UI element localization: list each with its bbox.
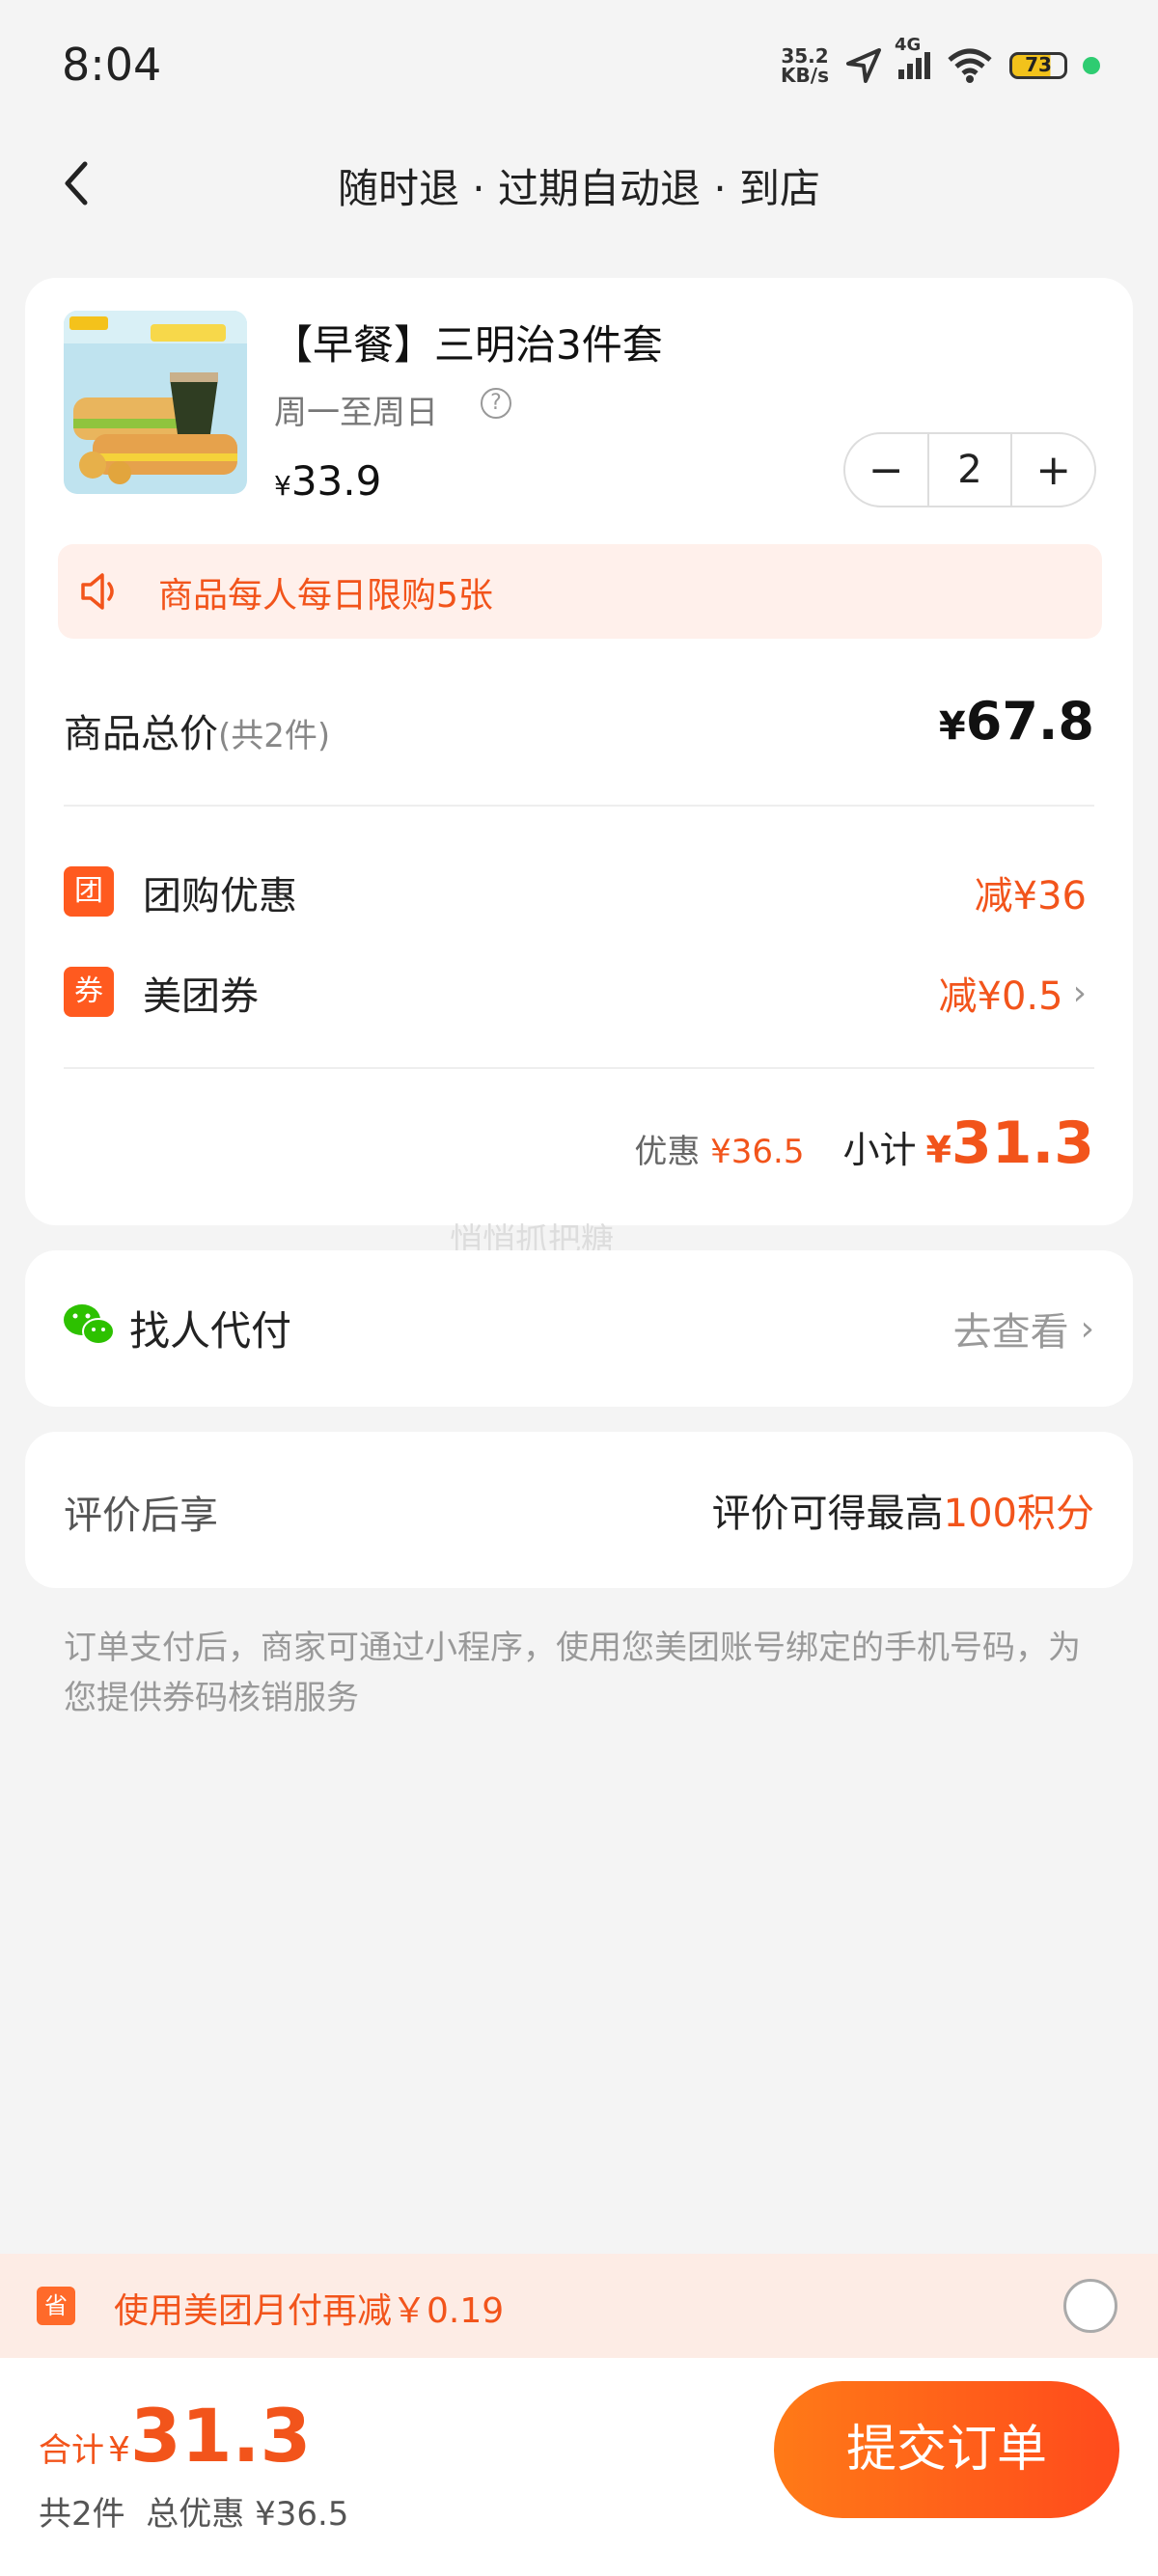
speaker-icon — [81, 573, 114, 610]
submit-order-button[interactable]: 提交订单 — [774, 2381, 1119, 2518]
review-label: 评价后享 — [64, 1494, 218, 1538]
monthly-pay-option[interactable]: 省 使用美团月付再减￥0.19 — [0, 2254, 1158, 2358]
saving-text: 优惠 ¥36.5 — [634, 1133, 805, 1171]
status-bar: 8:04 35.2 KB/s 4G 73 — [0, 0, 1158, 135]
nav-bar: 随时退 · 过期自动退 · 到店 — [0, 135, 1158, 232]
minus-button[interactable]: − — [845, 434, 927, 506]
group-discount-label: 团购优惠 — [143, 874, 297, 918]
wechat-icon — [64, 1304, 115, 1345]
chevron-right-icon: › — [1072, 973, 1087, 1013]
battery-icon: 73 — [1009, 52, 1067, 79]
plus-button[interactable]: + — [1012, 434, 1094, 506]
service-note: 订单支付后，商家可通过小程序，使用您美团账号绑定的手机号码，为您提供券码核销服务 — [64, 1629, 1081, 1717]
status-time: 8:04 — [62, 39, 162, 91]
review-reward: 评价可得最高100积分 — [711, 1492, 1094, 1536]
pay-for-me-action[interactable]: 去查看 › — [953, 1301, 1094, 1357]
coupon-value: 减¥0.5 — [938, 974, 1063, 1019]
monthly-pay-text: 使用美团月付再减￥0.19 — [114, 2291, 505, 2331]
subtotal-row: 优惠 ¥36.5 小计 ¥31.3 — [634, 1110, 1094, 1177]
quantity-stepper: − 2 + — [843, 432, 1096, 507]
grand-total: 合计 ¥ 31.3 — [39, 2393, 312, 2479]
subtotal-label: 小计 — [842, 1129, 917, 1171]
save-badge-icon: 省 — [37, 2287, 75, 2325]
pay-for-me-label: 找人代付 — [129, 1307, 292, 1355]
divider — [64, 805, 1094, 807]
monthly-pay-radio[interactable] — [1063, 2279, 1117, 2333]
valid-days: 周一至周日 — [274, 394, 438, 432]
total-price-value: ¥67.8 — [938, 691, 1094, 752]
coupon-icon: 券 — [64, 967, 114, 1017]
quantity-value[interactable]: 2 — [926, 434, 1013, 506]
group-discount-icon: 团 — [64, 866, 114, 917]
help-icon[interactable]: ? — [481, 388, 511, 419]
review-reward-row: 评价后享 评价可得最高100积分 — [25, 1432, 1133, 1588]
limit-text: 商品每人每日限购5张 — [158, 576, 493, 616]
product-title: 【早餐】三明治3件套 — [272, 321, 663, 369]
chevron-right-icon: › — [1080, 1308, 1094, 1349]
minus-icon: − — [868, 445, 904, 495]
indicator-dot — [1083, 57, 1100, 74]
total-price-label: 商品总价(共2件) — [64, 712, 331, 756]
order-card: 【早餐】三明治3件套 周一至周日 ? ¥33.9 − 2 + 商品每人每日限购5… — [25, 278, 1133, 1225]
purchase-limit-notice: 商品每人每日限购5张 — [58, 544, 1102, 639]
signal-icon: 4G — [895, 35, 930, 79]
group-discount-value: 减¥36 — [974, 874, 1087, 918]
total-summary: 共2件 总优惠 ¥36.5 — [39, 2495, 349, 2534]
pay-for-me-row[interactable]: 找人代付 去查看 › — [25, 1250, 1133, 1407]
product-thumbnail[interactable] — [64, 311, 247, 494]
subtotal-value: ¥31.3 — [925, 1110, 1095, 1177]
page-title: 随时退 · 过期自动退 · 到店 — [337, 165, 821, 212]
plus-icon: + — [1035, 445, 1072, 495]
product-price: ¥33.9 — [274, 457, 382, 505]
coupon-selector[interactable]: 减¥0.5 › — [939, 965, 1087, 1021]
coupon-label: 美团券 — [143, 974, 259, 1019]
network-type: 4G — [895, 35, 922, 55]
bottom-bar: 合计 ¥ 31.3 共2件 总优惠 ¥36.5 提交订单 — [0, 2358, 1158, 2576]
divider — [64, 1067, 1094, 1069]
location-arrow-icon — [846, 48, 881, 83]
status-icons: 35.2 KB/s 4G 73 — [781, 35, 1100, 87]
wifi-icon — [948, 48, 992, 83]
net-speed: 35.2 KB/s — [781, 44, 829, 87]
